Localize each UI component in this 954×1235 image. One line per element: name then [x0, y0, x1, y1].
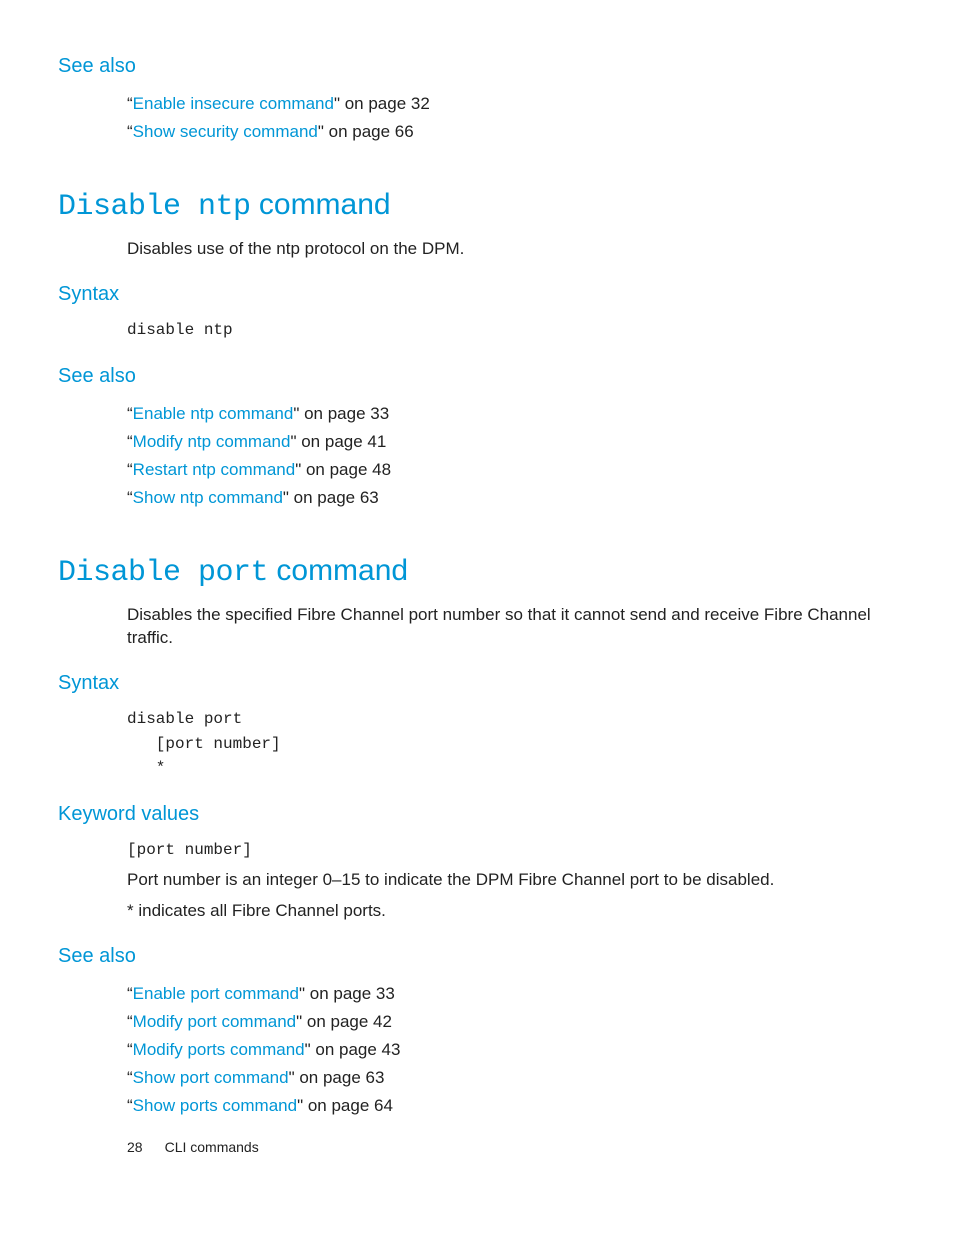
heading-disable-port: Disable port command — [58, 554, 896, 590]
xref-line: “Modify ports command" on page 43 — [127, 1036, 896, 1064]
xref-line: “Modify ntp command" on page 41 — [127, 428, 896, 456]
see-also-heading: See also — [58, 945, 896, 968]
xref-tail: " on page 32 — [334, 94, 430, 113]
syntax-code: disable port [port number] * — [127, 707, 896, 781]
desc-disable-ntp: Disables use of the ntp protocol on the … — [127, 238, 896, 261]
heading-mono: Disable ntp — [58, 190, 251, 224]
kv-desc: * indicates all Fibre Channel ports. — [127, 900, 896, 923]
page-body: See also “Enable insecure command" on pa… — [0, 0, 954, 1120]
page-footer: 28 CLI commands — [127, 1139, 259, 1155]
link-restart-ntp[interactable]: Restart ntp command — [133, 460, 296, 479]
xref-line: “Enable insecure command" on page 32 — [127, 90, 896, 118]
xref-line: “Restart ntp command" on page 48 — [127, 456, 896, 484]
heading-rest: command — [251, 188, 391, 221]
heading-rest: command — [268, 554, 408, 587]
keyword-values-heading: Keyword values — [58, 803, 896, 826]
link-enable-port[interactable]: Enable port command — [133, 984, 299, 1003]
xref-tail: " on page 63 — [289, 1068, 385, 1087]
xref-tail: " on page 42 — [296, 1012, 392, 1031]
syntax-heading: Syntax — [58, 283, 896, 306]
link-modify-ports[interactable]: Modify ports command — [133, 1040, 305, 1059]
keyword-values-block: [port number] Port number is an integer … — [127, 838, 896, 923]
footer-title: CLI commands — [165, 1139, 259, 1155]
xref-line: “Show security command" on page 66 — [127, 118, 896, 146]
xref-line: “Enable port command" on page 33 — [127, 980, 896, 1008]
xref-line: “Show ports command" on page 64 — [127, 1092, 896, 1120]
page-number: 28 — [127, 1139, 143, 1155]
see-also-list-1: “Enable insecure command" on page 32 “Sh… — [127, 90, 896, 146]
xref-tail: " on page 64 — [297, 1096, 393, 1115]
xref-tail: " on page 48 — [295, 460, 391, 479]
link-show-port[interactable]: Show port command — [133, 1068, 289, 1087]
heading-disable-ntp: Disable ntp command — [58, 188, 896, 224]
kv-code: [port number] — [127, 838, 896, 863]
link-modify-port[interactable]: Modify port command — [133, 1012, 296, 1031]
link-enable-ntp[interactable]: Enable ntp command — [133, 404, 294, 423]
xref-line: “Enable ntp command" on page 33 — [127, 400, 896, 428]
xref-tail: " on page 63 — [283, 488, 379, 507]
desc-disable-port: Disables the specified Fibre Channel por… — [127, 604, 896, 650]
heading-mono: Disable port — [58, 556, 268, 590]
xref-line: “Show port command" on page 63 — [127, 1064, 896, 1092]
xref-tail: " on page 41 — [290, 432, 386, 451]
see-also-heading: See also — [58, 365, 896, 388]
xref-tail: " on page 33 — [299, 984, 395, 1003]
kv-desc: Port number is an integer 0–15 to indica… — [127, 869, 896, 892]
xref-tail: " on page 43 — [305, 1040, 401, 1059]
link-enable-insecure[interactable]: Enable insecure command — [133, 94, 334, 113]
see-also-list-3: “Enable port command" on page 33 “Modify… — [127, 980, 896, 1120]
syntax-heading: Syntax — [58, 672, 896, 695]
see-also-list-2: “Enable ntp command" on page 33 “Modify … — [127, 400, 896, 512]
link-show-ntp[interactable]: Show ntp command — [133, 488, 283, 507]
link-modify-ntp[interactable]: Modify ntp command — [133, 432, 291, 451]
xref-line: “Show ntp command" on page 63 — [127, 484, 896, 512]
syntax-code: disable ntp — [127, 318, 896, 343]
link-show-ports[interactable]: Show ports command — [133, 1096, 297, 1115]
xref-line: “Modify port command" on page 42 — [127, 1008, 896, 1036]
see-also-heading: See also — [58, 55, 896, 78]
xref-tail: " on page 33 — [293, 404, 389, 423]
xref-tail: " on page 66 — [318, 122, 414, 141]
link-show-security[interactable]: Show security command — [133, 122, 318, 141]
